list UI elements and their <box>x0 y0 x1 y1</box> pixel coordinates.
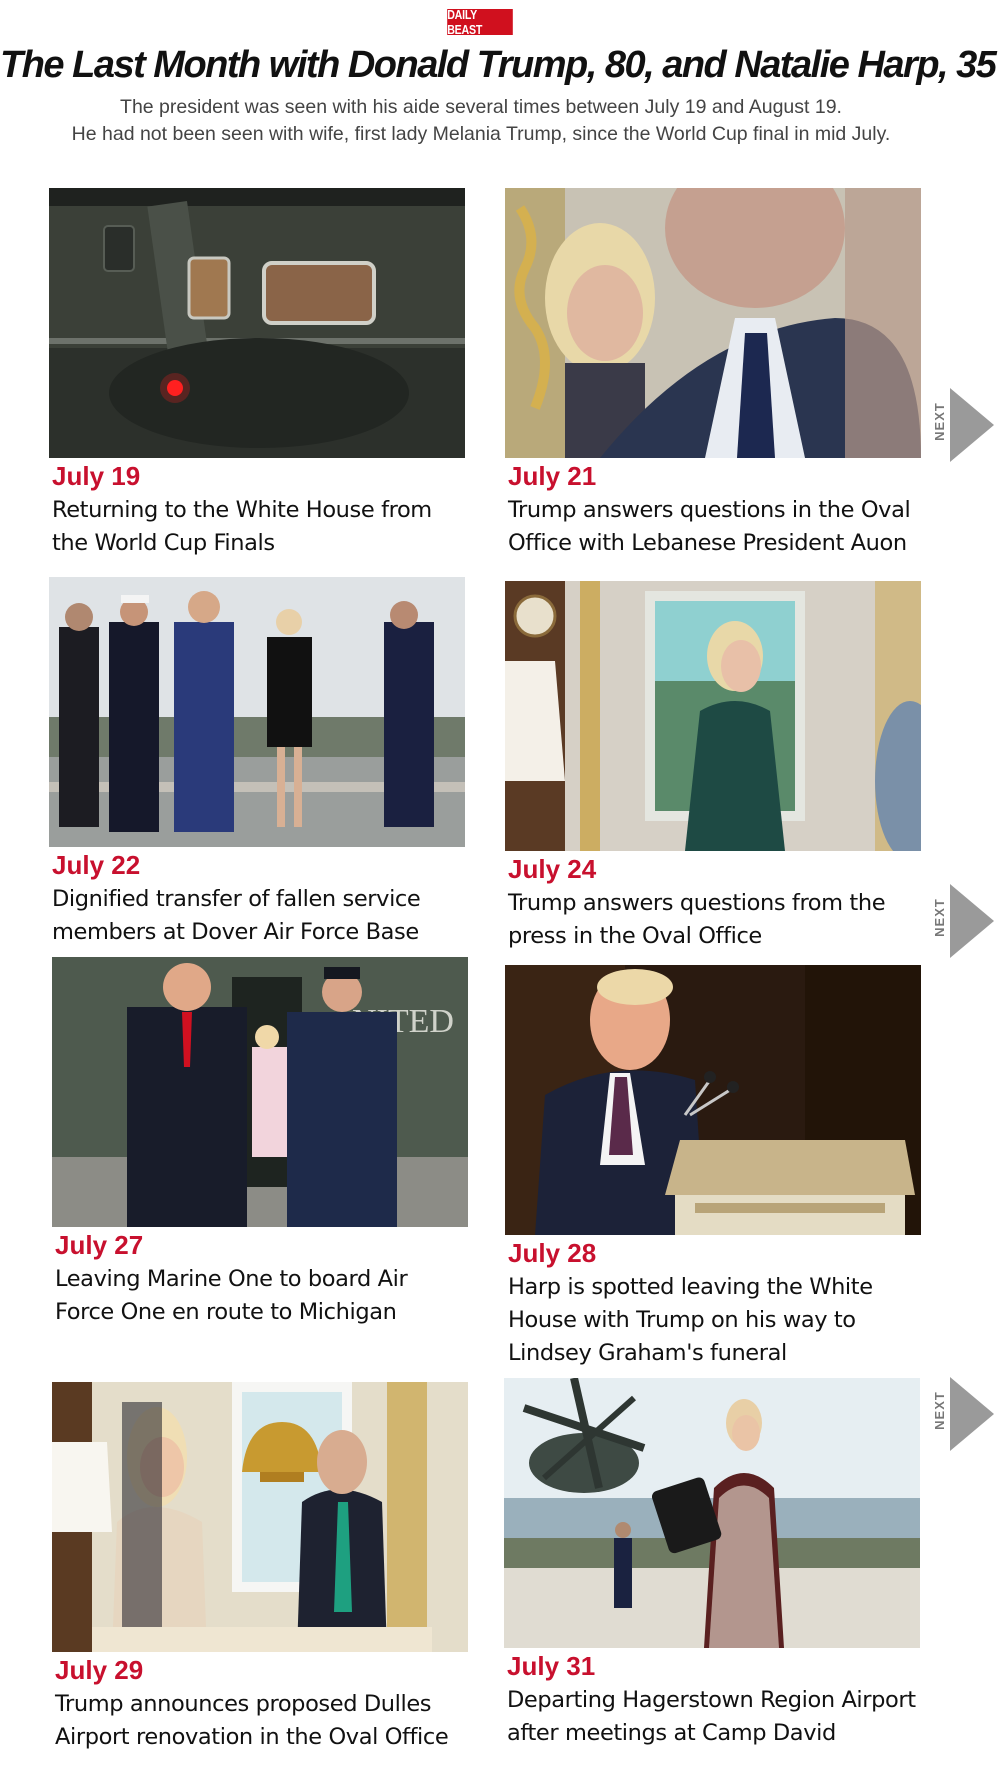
page-headline: The Last Month with Donald Trump, 80, an… <box>0 44 997 86</box>
daily-beast-logo[interactable]: DAILY BEAST <box>447 7 513 37</box>
next-label: NEXT <box>931 402 947 441</box>
timeline-card-july-28[interactable]: July 28 Harp is spotted leaving the Whit… <box>505 965 925 1370</box>
page-subhead: The president was seen with his aide sev… <box>0 94 962 148</box>
next-button[interactable]: NEXT <box>926 388 996 462</box>
next-button[interactable]: NEXT <box>926 1377 996 1451</box>
photo-dover-air-force-base <box>49 577 465 847</box>
timeline-card-july-22[interactable]: July 22 Dignified transfer of fallen ser… <box>49 577 469 949</box>
subhead-line-1: The president was seen with his aide sev… <box>120 96 842 118</box>
next-arrow-icon <box>950 388 994 462</box>
entry-date: July 29 <box>55 1655 144 1685</box>
photo-trump-podium <box>505 965 921 1235</box>
next-label: NEXT <box>931 898 947 937</box>
entry-date: July 19 <box>52 461 141 491</box>
next-label: NEXT <box>931 1391 947 1430</box>
entry-date: July 21 <box>508 461 597 491</box>
entry-caption: Departing Hagerstown Region Airport afte… <box>507 1687 916 1746</box>
entry-caption: Dignified transfer of fallen service mem… <box>52 886 421 945</box>
entry-date: July 27 <box>55 1230 144 1260</box>
timeline-card-july-29[interactable]: July 29 Trump announces proposed Dulles … <box>52 1382 472 1754</box>
entry-caption: Leaving Marine One to board Air Force On… <box>55 1266 408 1325</box>
entry-caption: Trump answers questions from the press i… <box>508 890 886 949</box>
timeline-card-july-19[interactable]: July 19 Returning to the White House fro… <box>49 188 469 560</box>
subhead-line-2: He had not been seen with wife, first la… <box>71 123 891 145</box>
entry-date: July 22 <box>52 850 141 880</box>
entry-date: July 31 <box>507 1651 596 1681</box>
entry-caption: Trump announces proposed Dulles Airport … <box>55 1691 449 1750</box>
entry-caption: Trump answers questions in the Oval Offi… <box>508 497 911 556</box>
entry-caption: Harp is spotted leaving the White House … <box>508 1274 873 1366</box>
timeline-card-july-21[interactable]: July 21 Trump answers questions in the O… <box>505 188 925 560</box>
next-arrow-icon <box>950 884 994 958</box>
photo-harp-oval-office <box>505 188 921 458</box>
next-arrow-icon <box>950 1377 994 1451</box>
photo-hagerstown-airport <box>504 1378 920 1648</box>
entry-date: July 28 <box>508 1238 597 1268</box>
photo-oval-office-press <box>505 581 921 851</box>
next-button[interactable]: NEXT <box>926 884 996 958</box>
photo-marine-one-window <box>49 188 465 458</box>
photo-marine-one-stairs: NITED <box>52 957 468 1227</box>
entry-date: July 24 <box>508 854 597 884</box>
timeline-card-july-27[interactable]: NITED July 27 Leaving Marine One to boar… <box>52 957 472 1329</box>
timeline-card-july-24[interactable]: July 24 Trump answers questions from the… <box>505 581 925 953</box>
entry-caption: Returning to the White House from the Wo… <box>52 497 432 556</box>
timeline-card-july-31[interactable]: July 31 Departing Hagerstown Region Airp… <box>504 1378 924 1750</box>
photo-oval-office-announcement <box>52 1382 468 1652</box>
